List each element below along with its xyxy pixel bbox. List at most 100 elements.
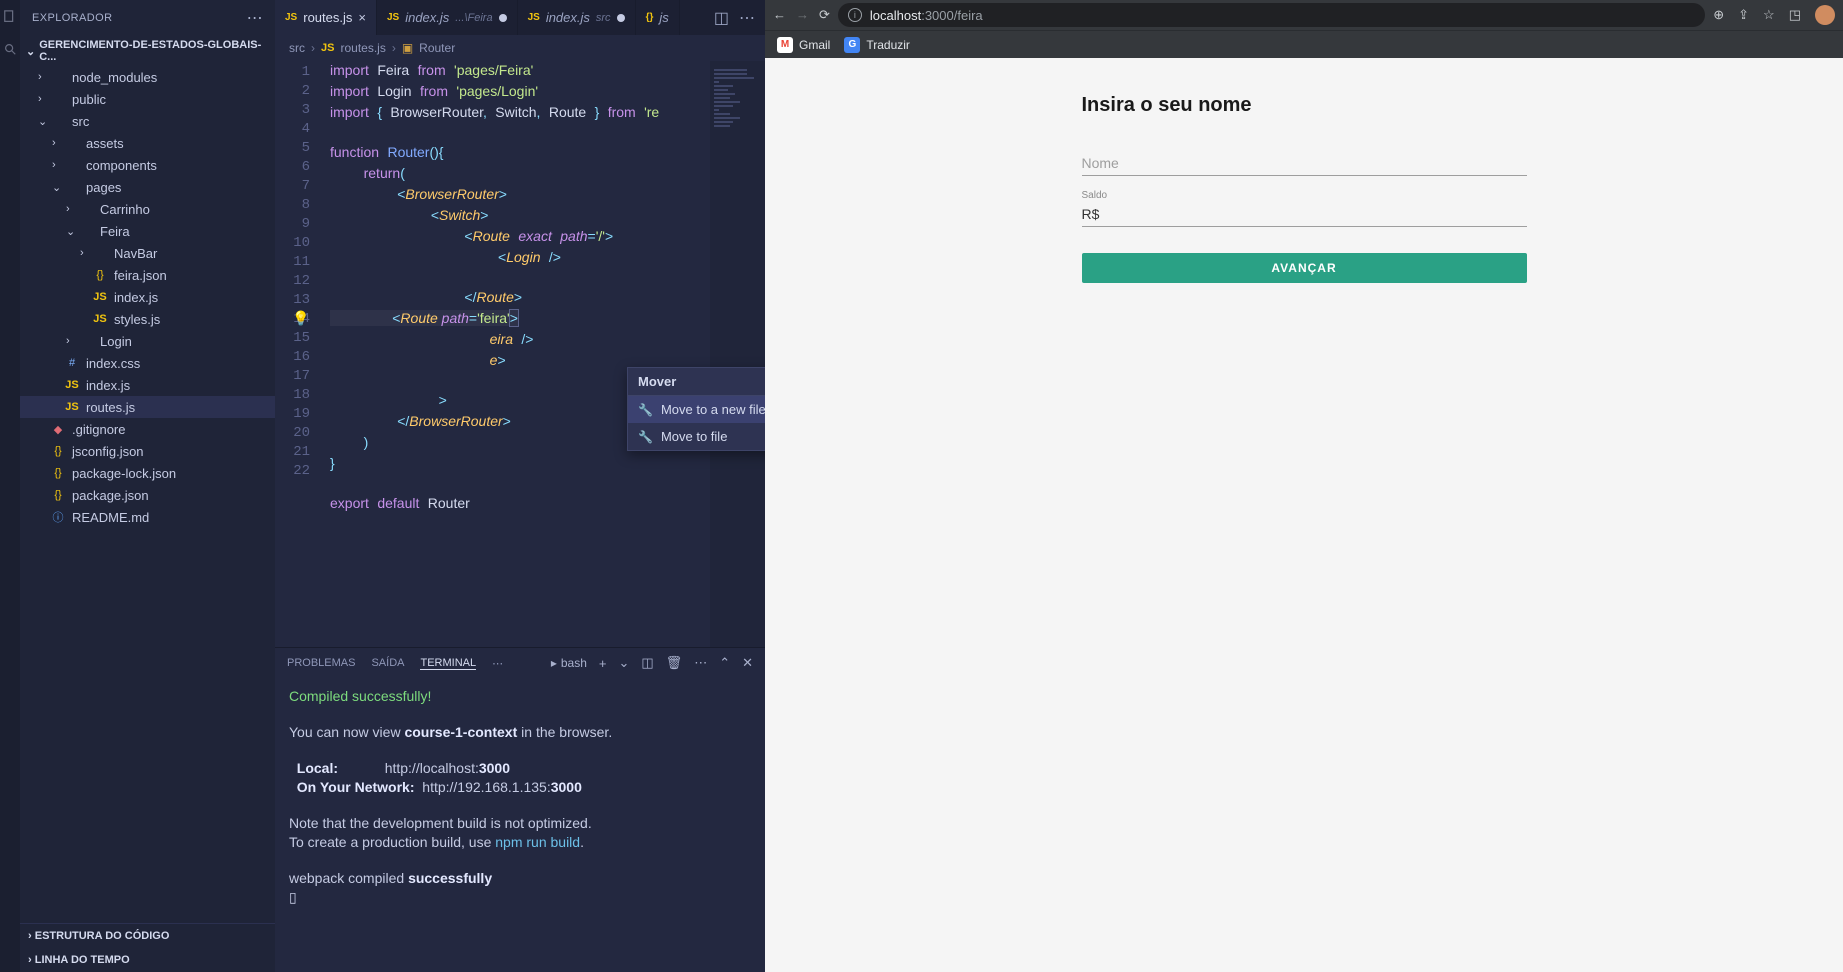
breadcrumb-symbol: Router (419, 41, 455, 55)
tree-item-jsconfig-json[interactable]: {}jsconfig.json (20, 440, 275, 462)
more-icon[interactable]: ⋯ (739, 8, 755, 28)
tree-item-assets[interactable]: ›assets (20, 132, 275, 154)
bookmarks-bar: M Gmail G Traduzir (765, 30, 1843, 58)
tree-item-node_modules[interactable]: ›node_modules (20, 66, 275, 88)
tree-item-index-css[interactable]: #index.css (20, 352, 275, 374)
close-icon[interactable]: ✕ (742, 655, 753, 671)
chevron-icon: › (66, 335, 78, 347)
file-icon: JS (92, 313, 108, 325)
tree-item-src[interactable]: ⌄src (20, 110, 275, 132)
more-icon[interactable]: ⋯ (492, 657, 503, 670)
editor-area: JSroutes.js×JSindex.js...\FeiraJSindex.j… (275, 0, 765, 972)
avatar[interactable] (1815, 5, 1835, 25)
share-icon[interactable]: ⇪ (1738, 7, 1749, 23)
star-icon[interactable]: ☆ (1763, 7, 1775, 23)
quickfix-menu: Mover 🔧 Move to a new file 🔧 Move to fil… (627, 367, 765, 451)
chevron-icon: › (66, 203, 78, 215)
chevron-down-icon[interactable]: ⌄ (618, 655, 629, 671)
timeline-section[interactable]: › LINHA DO TEMPO (20, 948, 275, 972)
project-title[interactable]: ⌄ GERENCIMENTO-DE-ESTADOS-GLOBAIS-C... (20, 36, 275, 66)
tree-item-components[interactable]: › components (20, 154, 275, 176)
field-saldo: Saldo (1082, 202, 1527, 227)
tab-routes.js[interactable]: JSroutes.js× (275, 0, 377, 35)
file-icon: JS (92, 291, 108, 303)
bottom-panel: PROBLEMAS SAÍDA TERMINAL ⋯ ▸ bash + ⌄ ◫ … (275, 647, 765, 972)
file-name: components (86, 158, 157, 173)
chevron-icon: › (80, 247, 92, 259)
translate-icon: G (844, 37, 860, 53)
file-icon: {} (50, 489, 66, 501)
tree-item-styles-js[interactable]: JSstyles.js (20, 308, 275, 330)
file-icon: ⓘ (50, 509, 66, 525)
search-icon[interactable]: ⊕ (1713, 7, 1724, 23)
tab-problems[interactable]: PROBLEMAS (287, 657, 355, 669)
sidebar: EXPLORADOR ⋯ ⌄ GERENCIMENTO-DE-ESTADOS-G… (20, 0, 275, 972)
tree-item-package-json[interactable]: {}package.json (20, 484, 275, 506)
trash-icon[interactable]: 🗑 (666, 655, 683, 671)
submit-button[interactable]: AVANÇAR (1082, 253, 1527, 283)
tree-item-package-lock-json[interactable]: {}package-lock.json (20, 462, 275, 484)
outline-section[interactable]: › ESTRUTURA DO CÓDIGO (20, 924, 275, 948)
forward-icon[interactable]: → (796, 7, 809, 23)
site-info-icon[interactable]: i (848, 8, 862, 22)
split-terminal-icon[interactable]: ◫ (641, 655, 653, 671)
bookmark-translate[interactable]: G Traduzir (844, 37, 910, 53)
extensions-icon[interactable]: ◳ (1789, 7, 1801, 23)
menu-move-to-file[interactable]: 🔧 Move to file (628, 423, 765, 450)
back-icon[interactable]: ← (773, 7, 786, 23)
split-icon[interactable]: ◫ (714, 8, 729, 28)
file-tree: ›node_modules›public⌄src›assets›componen… (20, 66, 275, 923)
close-icon[interactable]: × (358, 10, 366, 25)
browser-window: ← → ⟳ i localhost:3000/feira ⊕ ⇪ ☆ ◳ M G… (765, 0, 1843, 972)
menu-move-new-file[interactable]: 🔧 Move to a new file (628, 396, 765, 423)
file-name: node_modules (72, 70, 157, 85)
js-icon: {} (646, 12, 654, 23)
file-name: NavBar (114, 246, 157, 261)
tree-item-index-js[interactable]: JSindex.js (20, 286, 275, 308)
code-editor[interactable]: 12345678910111213141516171819202122 impo… (275, 61, 765, 647)
tree-item-feira-json[interactable]: {}feira.json (20, 264, 275, 286)
tab-js[interactable]: {} js (636, 0, 680, 35)
bookmark-gmail[interactable]: M Gmail (777, 37, 830, 53)
tab-terminal[interactable]: TERMINAL (420, 657, 476, 670)
tree-item-README-md[interactable]: ⓘREADME.md (20, 506, 275, 528)
toolbar-right: ⊕ ⇪ ☆ ◳ (1713, 5, 1835, 25)
tree-item-public[interactable]: ›public (20, 88, 275, 110)
reload-icon[interactable]: ⟳ (819, 7, 830, 23)
tree-item-pages[interactable]: ⌄pages (20, 176, 275, 198)
files-icon[interactable] (3, 10, 17, 24)
tree-item-index-js[interactable]: JSindex.js (20, 374, 275, 396)
chevron-up-icon[interactable]: ⌃ (719, 655, 730, 671)
sidebar-more-icon[interactable]: ⋯ (247, 8, 263, 28)
address-bar[interactable]: i localhost:3000/feira (838, 3, 1705, 27)
tab-path: src (596, 12, 611, 24)
more-icon[interactable]: ⋯ (694, 655, 707, 671)
tab-output[interactable]: SAÍDA (371, 657, 404, 669)
code-content[interactable]: import Feira from 'pages/Feira' import L… (310, 61, 765, 647)
tree-item-routes-js[interactable]: JSroutes.js (20, 396, 275, 418)
chevron-icon: ⌄ (52, 181, 64, 194)
tree-item--gitignore[interactable]: ◆.gitignore (20, 418, 275, 440)
url-text: localhost:3000/feira (870, 8, 983, 23)
lightbulb-icon[interactable]: 💡 (292, 309, 309, 328)
terminal-output[interactable]: Compiled successfully! You can now view … (275, 678, 765, 972)
breadcrumb[interactable]: src › JS routes.js › ▣ Router (275, 35, 765, 61)
tab-index.js[interactable]: JSindex.js...\Feira (377, 0, 518, 35)
editor-tabs: JSroutes.js×JSindex.js...\FeiraJSindex.j… (275, 0, 765, 35)
gmail-icon: M (777, 37, 793, 53)
terminal-shell[interactable]: ▸ bash (551, 656, 587, 670)
tab-index.js[interactable]: JSindex.jssrc (518, 0, 636, 35)
tree-item-Login[interactable]: ›Login (20, 330, 275, 352)
tab-label: js (659, 10, 668, 25)
field-nome (1082, 151, 1527, 176)
tree-item-NavBar[interactable]: › NavBar (20, 242, 275, 264)
tree-item-Feira[interactable]: ⌄Feira (20, 220, 275, 242)
nome-input[interactable] (1082, 151, 1527, 176)
new-terminal-icon[interactable]: + (599, 656, 607, 671)
saldo-input[interactable] (1082, 202, 1527, 227)
search-icon[interactable] (3, 42, 17, 56)
vscode-window: EXPLORADOR ⋯ ⌄ GERENCIMENTO-DE-ESTADOS-G… (0, 0, 765, 972)
minimap[interactable] (710, 61, 765, 647)
tree-item-Carrinho[interactable]: ›Carrinho (20, 198, 275, 220)
chevron-icon: › (52, 159, 64, 171)
